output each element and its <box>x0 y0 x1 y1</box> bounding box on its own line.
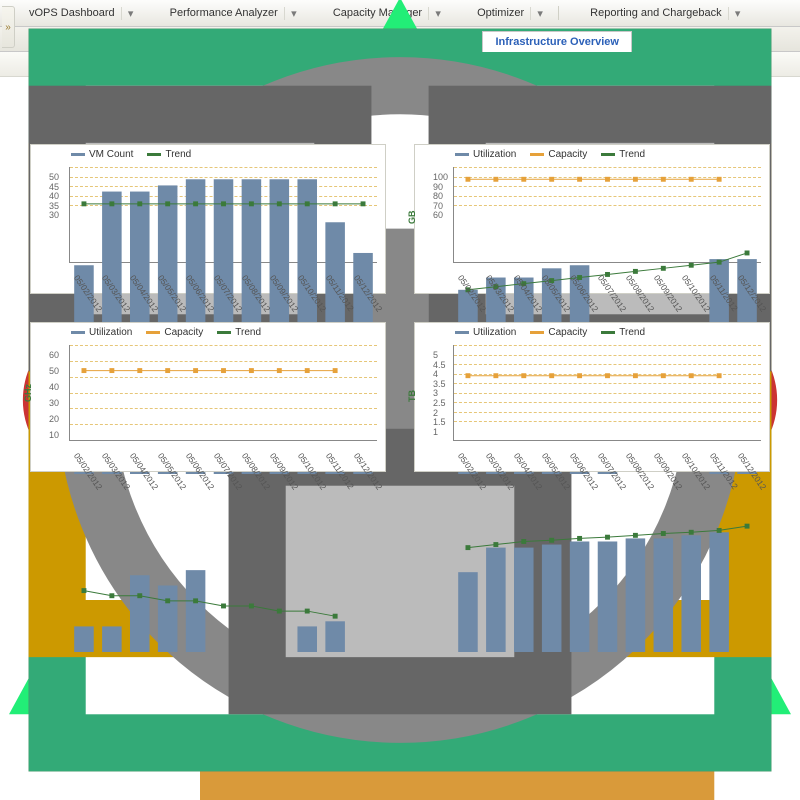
y-tick: 40 <box>49 382 59 392</box>
y-tick: 80 <box>433 191 443 201</box>
legend-item: Utilization <box>455 327 516 338</box>
chart-box: UtilizationCapacityTrendGHz6050403020100… <box>30 322 386 472</box>
plot-area <box>69 167 377 263</box>
legend-item: Capacity <box>146 327 203 338</box>
y-tick: 60 <box>433 210 443 220</box>
y-tick: 10 <box>49 430 59 440</box>
y-tick: 3.5 <box>433 379 446 389</box>
y-axis-label: TB <box>407 390 417 402</box>
y-tick: 20 <box>49 414 59 424</box>
y-tick: 3 <box>433 388 438 398</box>
legend: VM Count Trend <box>37 149 379 163</box>
legend-item: Utilization <box>455 149 516 160</box>
cluster-icon <box>227 98 241 112</box>
y-tick: 1 <box>433 427 438 437</box>
plot-area <box>453 345 761 441</box>
legend-item: Trend <box>601 149 645 160</box>
y-tick: 4.5 <box>433 360 446 370</box>
x-axis: 05/02/201205/03/201205/04/201205/05/2012… <box>69 443 377 471</box>
legend-item: VM Count <box>71 149 133 160</box>
legend-item: Utilization <box>71 327 132 338</box>
chart-box: VM Count Trend 5045403530 05/02/201205/03/2… <box>30 144 386 294</box>
y-tick: 30 <box>49 398 59 408</box>
x-axis: 05/02/201205/03/201205/04/201205/05/2012… <box>453 265 761 293</box>
tab-infrastructure-overview[interactable]: Infrastructure Overview <box>482 31 632 52</box>
legend: Utilization Capacity Trend <box>421 327 763 341</box>
y-tick: 60 <box>49 350 59 360</box>
y-tick: 5 <box>433 350 438 360</box>
y-tick: 40 <box>49 191 59 201</box>
legend-item: Trend <box>601 327 645 338</box>
chart-vms: Total Active VMsVM CountTrend50454035300… <box>30 130 386 294</box>
y-tick: 2.5 <box>433 398 446 408</box>
y-tick: 30 <box>49 210 59 220</box>
y-tick: 50 <box>49 366 59 376</box>
chart-mem: Memory Capacity, Utilization And TrendUt… <box>414 130 770 294</box>
y-tick: 90 <box>433 182 443 192</box>
y-tick: 100 <box>433 172 448 182</box>
y-tick: 70 <box>433 201 443 211</box>
page-title: Infrastructure Overview for Democluster <box>30 97 770 114</box>
x-axis: 05/02/201205/03/201205/04/201205/05/2012… <box>453 443 761 471</box>
chart-cpu: CPU Capacity, Utilization And TrendUtili… <box>30 308 386 472</box>
legend: Utilization Capacity Trend <box>37 327 379 341</box>
legend-item: Trend <box>217 327 261 338</box>
legend-item: Capacity <box>530 327 587 338</box>
y-tick: 50 <box>49 172 59 182</box>
y-tick: 45 <box>49 182 59 192</box>
legend-item: Trend <box>147 149 191 160</box>
y-axis-label: GHz <box>23 384 33 402</box>
plot-area <box>69 345 377 441</box>
y-tick: 4 <box>433 369 438 379</box>
y-tick: 1.5 <box>433 417 446 427</box>
plot-area <box>453 167 761 263</box>
legend: Utilization Capacity Trend <box>421 149 763 163</box>
chart-stor: Storage Capacity, Utilization And TrendU… <box>414 308 770 472</box>
x-axis: 05/02/201205/03/201205/04/201205/05/2012… <box>69 265 377 293</box>
legend-item: Capacity <box>530 149 587 160</box>
chart-box: UtilizationCapacityTrendTB54.543.532.521… <box>414 322 770 472</box>
y-tick: 2 <box>433 408 438 418</box>
chart-box: UtilizationCapacityTrendGB1009080706005/… <box>414 144 770 294</box>
y-axis-label: GB <box>407 211 417 225</box>
y-tick: 35 <box>49 201 59 211</box>
